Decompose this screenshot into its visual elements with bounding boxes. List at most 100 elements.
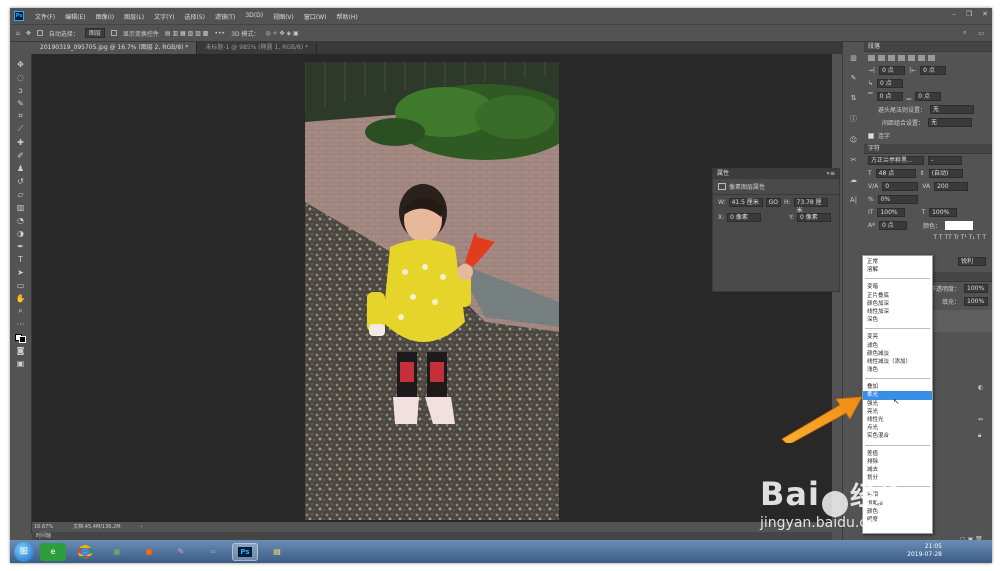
- layer-link-icon[interactable]: ⇔: [978, 416, 983, 423]
- lasso-icon[interactable]: ↄ: [14, 84, 28, 96]
- blend-mode-item[interactable]: 线性减淡（添加）: [863, 358, 932, 366]
- y-field[interactable]: 0 像素: [797, 213, 832, 222]
- menu-item[interactable]: 帮助(H): [332, 12, 363, 21]
- minecraft-icon[interactable]: ▣: [104, 543, 130, 561]
- blend-mode-item[interactable]: 线性加深: [863, 308, 932, 316]
- history-brush-icon[interactable]: ↺: [14, 175, 28, 187]
- more-tools-icon[interactable]: ···: [14, 318, 28, 330]
- blend-mode-item[interactable]: 实色混合: [863, 432, 932, 440]
- opacity-field[interactable]: 100%: [964, 284, 988, 293]
- rule-dropdown[interactable]: 无: [930, 105, 975, 114]
- tools-icon[interactable]: ✂: [851, 156, 857, 164]
- zoom-level[interactable]: 16.67%: [34, 522, 53, 532]
- layer-fx-icon[interactable]: ◐: [978, 384, 983, 391]
- blend-mode-item[interactable]: 点光: [863, 424, 932, 432]
- character-panel-icon[interactable]: A|: [850, 196, 857, 204]
- type-icon[interactable]: T: [14, 253, 28, 265]
- panel-menu-icon[interactable]: »≡: [826, 169, 835, 179]
- blend-mode-item[interactable]: 正片叠底: [863, 292, 932, 300]
- photoshop-taskbar-icon[interactable]: Ps: [232, 542, 258, 561]
- 3d-icons[interactable]: ◎ ✧ ✥ ◈ ▣: [265, 30, 298, 37]
- firefox-icon[interactable]: ●: [136, 543, 162, 561]
- blend-mode-item[interactable]: 正常: [863, 258, 932, 266]
- tab-untitled[interactable]: 未标题-1 @ 985% (椭圆 1, RGB/8) *: [197, 42, 318, 54]
- show-transform-checkbox[interactable]: [110, 30, 117, 36]
- menu-item[interactable]: 选择(S): [179, 12, 210, 21]
- status-arrow-icon[interactable]: ›: [141, 522, 143, 532]
- blend-mode-item[interactable]: 颜色减淡: [863, 350, 932, 358]
- menu-item[interactable]: 图层(L): [119, 12, 149, 21]
- home-icon[interactable]: ⌂: [16, 30, 20, 37]
- info-icon[interactable]: ⓘ: [850, 114, 857, 124]
- layer-lock-icon[interactable]: 🔒︎: [978, 432, 981, 440]
- blend-mode-item[interactable]: 变亮: [863, 333, 932, 341]
- shape-icon[interactable]: ▭: [14, 279, 28, 291]
- pen-icon[interactable]: ✒: [14, 240, 28, 252]
- tab-photo[interactable]: 20190319_095705.jpg @ 16.7% (图层 2, RGB/8…: [32, 42, 198, 54]
- move-icon[interactable]: ✥: [14, 58, 28, 70]
- brush-icon[interactable]: ✐: [14, 149, 28, 161]
- quick-select-icon[interactable]: ✎: [14, 97, 28, 109]
- hscale-field[interactable]: 100%: [929, 208, 958, 217]
- paragraph-align-buttons[interactable]: [864, 52, 992, 64]
- color-swatches-icon[interactable]: [14, 331, 28, 343]
- menu-item[interactable]: 图像(I): [91, 12, 119, 21]
- w-field[interactable]: 41.5 厘米: [728, 198, 763, 207]
- font-size-field[interactable]: 48 点: [875, 169, 916, 178]
- explorer-icon[interactable]: ▤: [264, 543, 290, 561]
- blend-mode-item[interactable]: 减去: [863, 466, 932, 474]
- system-tray[interactable]: 21:05 2019-07-28: [907, 543, 942, 559]
- tracking-field[interactable]: 200: [934, 182, 969, 191]
- paragraph-header[interactable]: 段落: [864, 42, 992, 52]
- blend-mode-item[interactable]: 排除: [863, 458, 932, 466]
- menu-item[interactable]: 编辑(E): [60, 12, 90, 21]
- character-header[interactable]: 字符: [864, 144, 992, 154]
- fill-field[interactable]: 100%: [964, 297, 988, 306]
- crop-icon[interactable]: ⌗: [14, 110, 28, 122]
- eyedropper-icon[interactable]: ⟋: [14, 123, 28, 135]
- menu-item[interactable]: 滤镜(T): [210, 12, 240, 21]
- search-icon[interactable]: ⌕: [963, 29, 966, 37]
- hyphen-checkbox[interactable]: [868, 132, 874, 139]
- x-field[interactable]: 0 像素: [727, 213, 762, 222]
- compose-dropdown[interactable]: 无: [928, 118, 973, 127]
- indent-right-field[interactable]: 0 点: [920, 66, 947, 75]
- indent-left-field[interactable]: 0 点: [879, 66, 906, 75]
- notes-icon[interactable]: ✎: [168, 543, 194, 561]
- stamp-icon[interactable]: ♟: [14, 162, 28, 174]
- blend-mode-item[interactable]: 亮光: [863, 408, 932, 416]
- blur-icon[interactable]: ◔: [14, 214, 28, 226]
- cloud-icon[interactable]: ☁: [850, 176, 857, 184]
- space-after-field[interactable]: 0 点: [915, 92, 942, 101]
- space-before-field[interactable]: 0 点: [876, 92, 903, 101]
- marquee-icon[interactable]: ◌: [14, 71, 28, 83]
- quick-mask-icon[interactable]: ◙: [14, 344, 28, 356]
- move-tool-icon[interactable]: ✥: [26, 30, 31, 37]
- auto-select-dropdown[interactable]: 图层: [84, 28, 105, 38]
- scale-field[interactable]: 0%: [877, 195, 918, 204]
- blend-mode-item[interactable]: 滤色: [863, 342, 932, 350]
- app-360-icon[interactable]: e: [40, 542, 66, 561]
- dodge-icon[interactable]: ◑: [14, 227, 28, 239]
- menu-item[interactable]: 窗口(W): [299, 12, 332, 21]
- align-icons[interactable]: ▤ ▥ ▦ ▧ ▨ ▩: [165, 30, 209, 37]
- vscale-field[interactable]: 100%: [877, 208, 906, 217]
- baseline-field[interactable]: 0 点: [878, 221, 907, 230]
- color-swatch[interactable]: [944, 221, 973, 230]
- screen-mode-icon[interactable]: ▣: [14, 357, 28, 369]
- blend-mode-item[interactable]: 浅色: [863, 366, 932, 374]
- zoom-icon[interactable]: ⌕: [14, 305, 28, 317]
- menu-item[interactable]: 文字(Y): [149, 12, 179, 21]
- adjust-icon[interactable]: ⇅: [851, 94, 857, 102]
- menu-item[interactable]: 文件(F): [30, 12, 60, 21]
- blend-mode-item[interactable]: 线性光: [863, 416, 932, 424]
- eraser-icon[interactable]: ▱: [14, 188, 28, 200]
- minimize-icon[interactable]: –: [952, 10, 956, 18]
- gradient-icon[interactable]: ▥: [14, 201, 28, 213]
- blend-mode-item[interactable]: 叠加: [863, 383, 932, 391]
- person-icon[interactable]: ☺: [850, 136, 857, 144]
- blend-mode-item[interactable]: 变暗: [863, 283, 932, 291]
- timeline-bar[interactable]: 时间轴: [32, 532, 832, 540]
- blend-mode-item[interactable]: 颜色加深: [863, 300, 932, 308]
- menu-item[interactable]: 3D(D): [240, 12, 268, 21]
